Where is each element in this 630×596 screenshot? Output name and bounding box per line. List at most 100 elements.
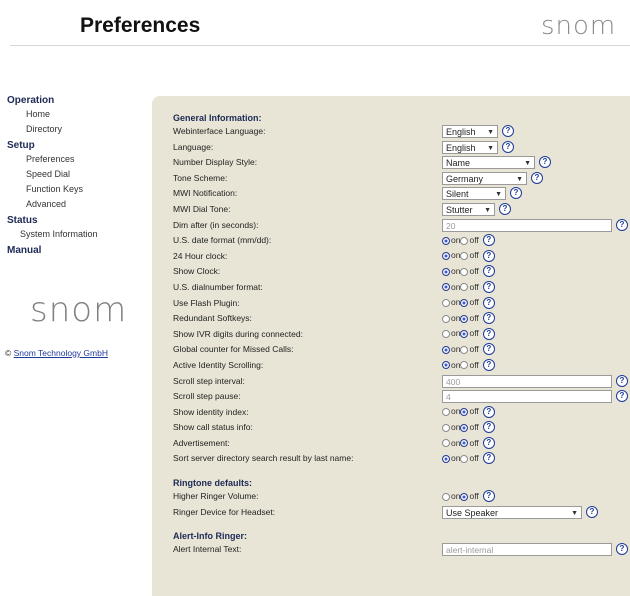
setting-label: U.S. dialnumber format:: [173, 281, 263, 292]
mwi-dial-tone-select[interactable]: Stutter ▼: [442, 202, 495, 216]
setting-row: Advertisement: on off?: [173, 436, 630, 452]
higher-ringer-volume-radio-off[interactable]: off: [460, 490, 479, 503]
help-icon[interactable]: ?: [482, 280, 495, 293]
help-icon[interactable]: ?: [482, 358, 495, 371]
help-icon[interactable]: ?: [586, 505, 598, 518]
use-flash-plugin-radio-on[interactable]: on: [442, 297, 460, 310]
radio-dot-icon: [442, 267, 450, 276]
sort-server-directory-search-result-by-last-name-radio-on[interactable]: on: [442, 452, 460, 465]
language-select[interactable]: English ▼: [442, 140, 498, 154]
help-icon[interactable]: ?: [482, 421, 495, 434]
help-icon[interactable]: ?: [616, 543, 628, 556]
setting-label: Advertisement:: [173, 437, 230, 448]
radio-label: on: [451, 281, 461, 292]
help-icon[interactable]: ?: [539, 156, 551, 169]
global-counter-for-missed-calls-radio-on[interactable]: on: [442, 343, 460, 356]
help-icon[interactable]: ?: [616, 390, 628, 403]
ringer-device-for-headset-select[interactable]: Use Speaker ▼: [442, 505, 582, 519]
help-icon[interactable]: ?: [482, 490, 495, 503]
global-counter-for-missed-calls-radio-off[interactable]: off: [460, 343, 479, 356]
active-identity-scrolling-radio-off[interactable]: off: [460, 359, 479, 372]
sort-server-directory-search-result-by-last-name-radio-off[interactable]: off: [460, 452, 479, 465]
advertisement-radio-off[interactable]: off: [460, 437, 479, 450]
nav-item-speed-dial[interactable]: Speed Dial: [7, 167, 147, 182]
nav-item-preferences[interactable]: Preferences: [7, 152, 147, 167]
help-icon[interactable]: ?: [499, 202, 511, 215]
help-icon[interactable]: ?: [502, 140, 514, 153]
setting-row: Show Clock: on off?: [173, 264, 630, 280]
setting-label: Ringer Device for Headset:: [173, 506, 276, 517]
redundant-softkeys-radio-on[interactable]: on: [442, 312, 460, 325]
help-icon[interactable]: ?: [482, 312, 495, 325]
chevron-down-icon: ▼: [495, 191, 502, 199]
mwi-notification-select[interactable]: Silent ▼: [442, 187, 506, 201]
radio-dot-icon: [460, 423, 469, 432]
radio-dot-icon: [442, 299, 450, 308]
help-icon[interactable]: ?: [482, 234, 495, 247]
nav-section-manual[interactable]: Manual: [7, 244, 147, 257]
u-s-dialnumber-format-radio-on[interactable]: on: [442, 281, 460, 294]
nav-item-function-keys[interactable]: Function Keys: [7, 182, 147, 197]
radio-dot-icon: [442, 408, 450, 417]
chevron-down-icon: ▼: [524, 160, 531, 168]
alert-internal-text-input[interactable]: alert-internal: [442, 543, 612, 557]
radio-label: off: [469, 328, 479, 339]
help-icon[interactable]: ?: [616, 374, 628, 387]
help-icon[interactable]: ?: [510, 187, 522, 200]
use-flash-plugin-radio-off[interactable]: off: [460, 297, 479, 310]
radio-label: on: [451, 297, 461, 308]
setting-control: Name ▼?: [442, 156, 551, 170]
help-icon[interactable]: ?: [482, 265, 495, 278]
help-icon[interactable]: ?: [482, 405, 495, 418]
show-identity-index-radio-off[interactable]: off: [460, 406, 479, 419]
help-icon[interactable]: ?: [482, 327, 495, 340]
show-ivr-digits-during-connected-radio-off[interactable]: off: [460, 328, 479, 341]
nav-item-system-information[interactable]: System Information: [7, 227, 147, 242]
dim-after-in-seconds-input[interactable]: 20: [442, 218, 612, 232]
help-icon[interactable]: ?: [482, 296, 495, 309]
active-identity-scrolling-radio-on[interactable]: on: [442, 359, 460, 372]
section-title-ringtone-defaults: Ringtone defaults:: [173, 478, 252, 489]
radio-dot-icon: [460, 361, 469, 370]
help-icon[interactable]: ?: [502, 125, 514, 137]
copyright-link[interactable]: Snom Technology GmbH: [14, 348, 108, 358]
u-s-dialnumber-format-radio-off[interactable]: off: [460, 281, 479, 294]
help-icon[interactable]: ?: [482, 436, 495, 449]
setting-row: Higher Ringer Volume: on off?: [173, 489, 630, 505]
help-icon[interactable]: ?: [482, 452, 495, 465]
u-s-date-format-mm-dd-radio-off[interactable]: off: [460, 234, 479, 247]
show-ivr-digits-during-connected-radio-on[interactable]: on: [442, 328, 460, 341]
setting-row: MWI Dial Tone: Stutter ▼?: [173, 202, 630, 218]
tone-scheme-select[interactable]: Germany ▼: [442, 171, 527, 185]
advertisement-radio-on[interactable]: on: [442, 437, 460, 450]
help-icon[interactable]: ?: [482, 343, 495, 356]
help-icon[interactable]: ?: [482, 249, 495, 262]
nav-item-directory[interactable]: Directory: [7, 122, 147, 137]
scroll-step-interval-input[interactable]: 400: [442, 374, 612, 388]
number-display-style-select[interactable]: Name ▼: [442, 156, 535, 170]
24-hour-clock-radio-on[interactable]: on: [442, 250, 460, 263]
show-call-status-info-radio-on[interactable]: on: [442, 421, 460, 434]
nav-item-home[interactable]: Home: [7, 107, 147, 122]
show-call-status-info-radio-off[interactable]: off: [460, 421, 479, 434]
show-clock-radio-on[interactable]: on: [442, 265, 460, 278]
redundant-softkeys-radio-off[interactable]: off: [460, 312, 479, 325]
show-clock-radio-off[interactable]: off: [460, 265, 479, 278]
setting-row: U.S. dialnumber format: on off?: [173, 280, 630, 296]
help-icon[interactable]: ?: [616, 218, 628, 231]
radio-dot-icon: [442, 423, 450, 432]
select-value: Silent: [446, 189, 469, 200]
24-hour-clock-radio-off[interactable]: off: [460, 250, 479, 263]
show-identity-index-radio-on[interactable]: on: [442, 406, 460, 419]
nav-item-advanced[interactable]: Advanced: [7, 197, 147, 212]
u-s-date-format-mm-dd-radio-on[interactable]: on: [442, 234, 460, 247]
page-title: Preferences: [80, 14, 201, 37]
setting-row: Show call status info: on off?: [173, 420, 630, 436]
setting-control: 4?: [442, 390, 628, 404]
webinterface-language-select[interactable]: English ▼: [442, 125, 498, 138]
radio-label: off: [469, 490, 479, 501]
setting-row: Active Identity Scrolling: on off?: [173, 358, 630, 374]
scroll-step-pause-input[interactable]: 4: [442, 390, 612, 404]
help-icon[interactable]: ?: [531, 171, 543, 184]
higher-ringer-volume-radio-on[interactable]: on: [442, 490, 460, 503]
